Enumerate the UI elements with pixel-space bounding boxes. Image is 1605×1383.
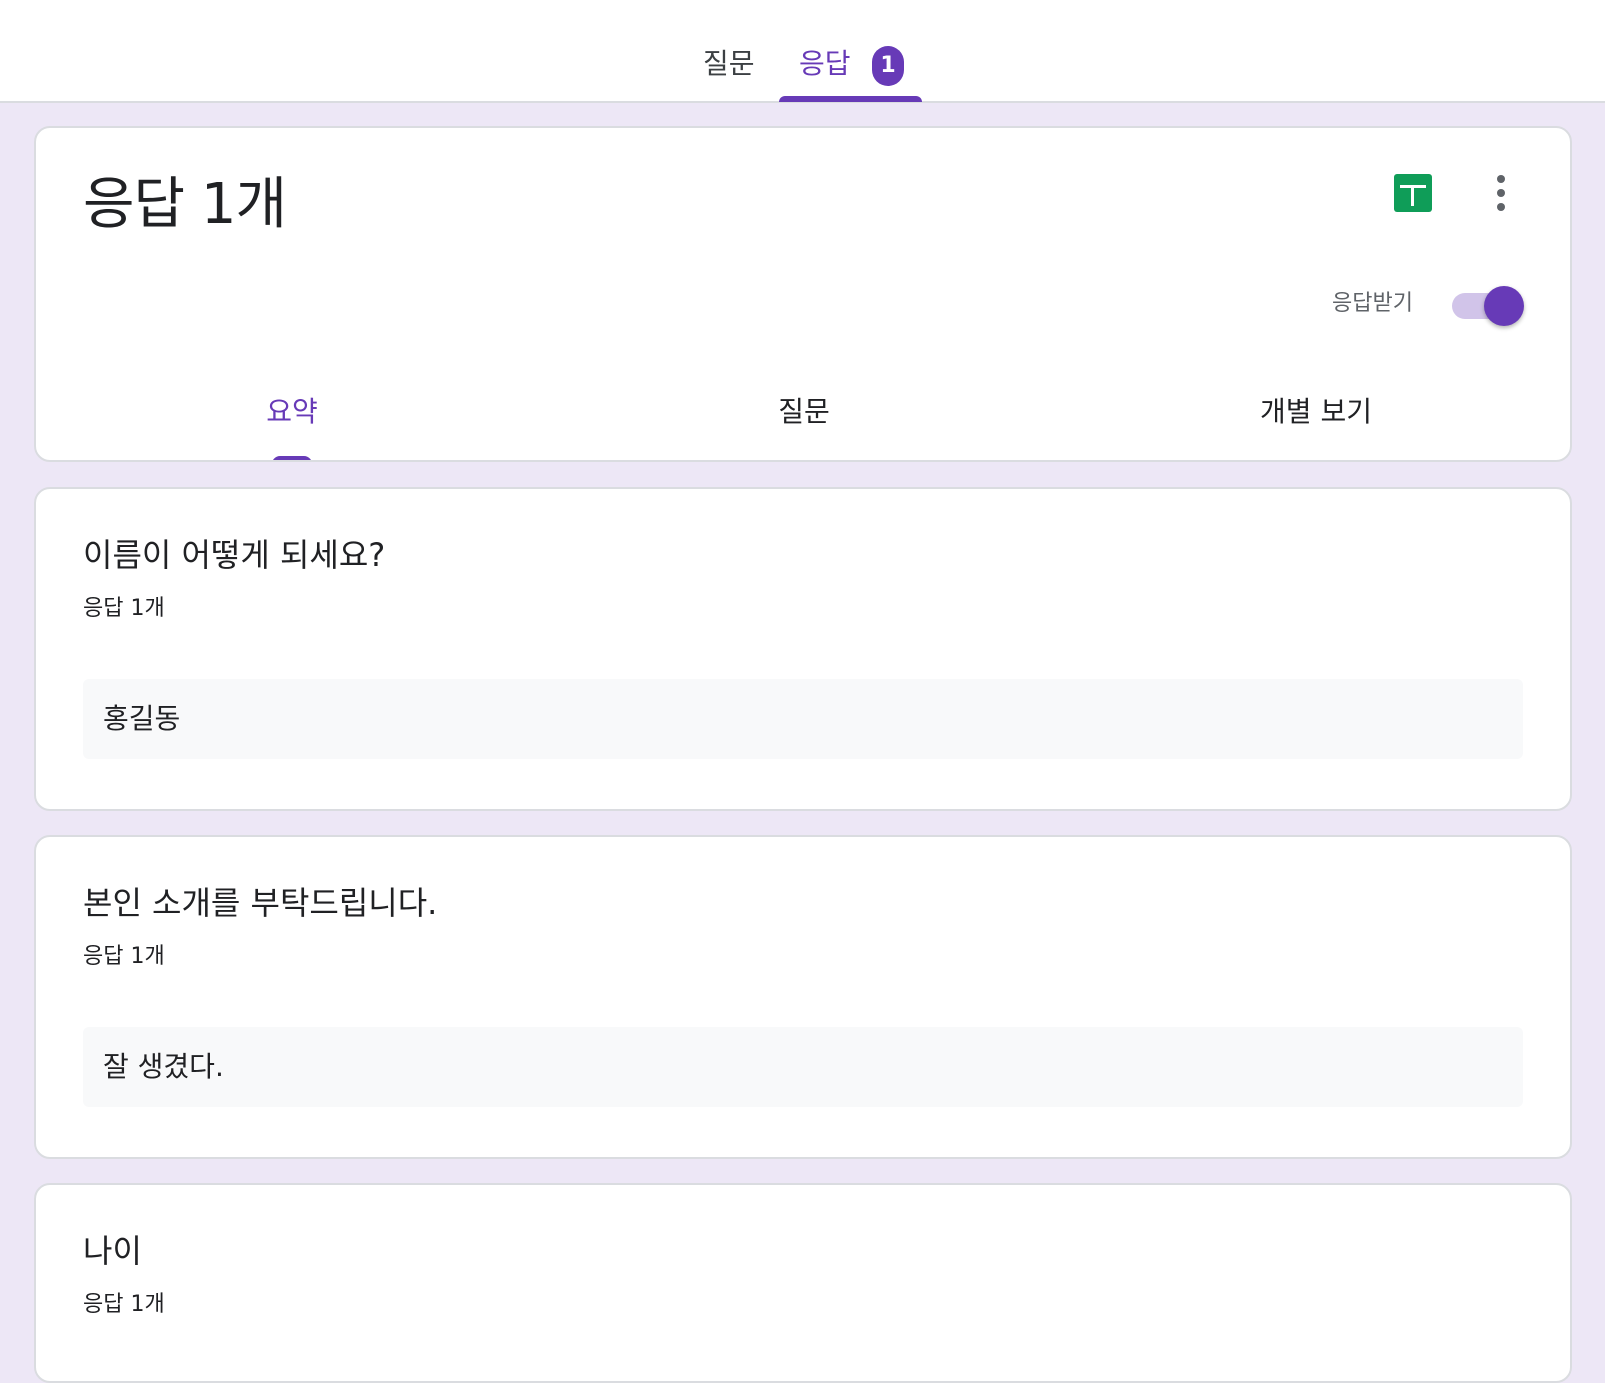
accepting-responses-toggle[interactable]	[1450, 286, 1526, 326]
answer-box: 잘 생겼다.	[83, 1027, 1523, 1107]
answer-box: 홍길동	[83, 679, 1523, 759]
question-title: 이름이 어떻게 되세요?	[83, 536, 386, 574]
accepting-responses-label: 응답받기	[1332, 291, 1413, 316]
answer-text: 잘 생겼다.	[103, 1050, 224, 1083]
tab-questions[interactable]: 질문	[703, 44, 755, 84]
response-count: 응답 1개	[83, 596, 165, 621]
responses-header-card: 응답 1개 응답받기 요약 질문 개별 보기	[34, 126, 1572, 462]
question-title: 나이	[83, 1232, 142, 1270]
summary-tab-indicator	[272, 456, 312, 460]
question-card: 본인 소개를 부탁드립니다. 응답 1개 잘 생겼다.	[34, 835, 1572, 1159]
question-card: 이름이 어떻게 되세요? 응답 1개 홍길동	[34, 487, 1572, 811]
google-sheets-icon[interactable]	[1394, 174, 1432, 212]
answer-text: 홍길동	[103, 702, 181, 735]
more-vert-icon[interactable]	[1486, 172, 1516, 214]
tab-responses[interactable]: 응답	[799, 44, 851, 84]
active-tab-indicator	[779, 96, 922, 102]
tab-summary[interactable]: 요약	[266, 392, 318, 432]
response-count: 응답 1개	[83, 1292, 165, 1317]
question-card: 나이 응답 1개	[34, 1183, 1572, 1383]
toggle-thumb	[1484, 286, 1524, 326]
tab-question[interactable]: 질문	[778, 392, 830, 432]
response-count: 응답 1개	[83, 944, 165, 969]
tab-individual[interactable]: 개별 보기	[1260, 392, 1372, 432]
responses-title: 응답 1개	[83, 172, 287, 237]
question-title: 본인 소개를 부탁드립니다.	[83, 884, 438, 922]
top-nav-bar: 질문 응답 1	[0, 0, 1605, 103]
responses-count-badge: 1	[872, 46, 904, 86]
